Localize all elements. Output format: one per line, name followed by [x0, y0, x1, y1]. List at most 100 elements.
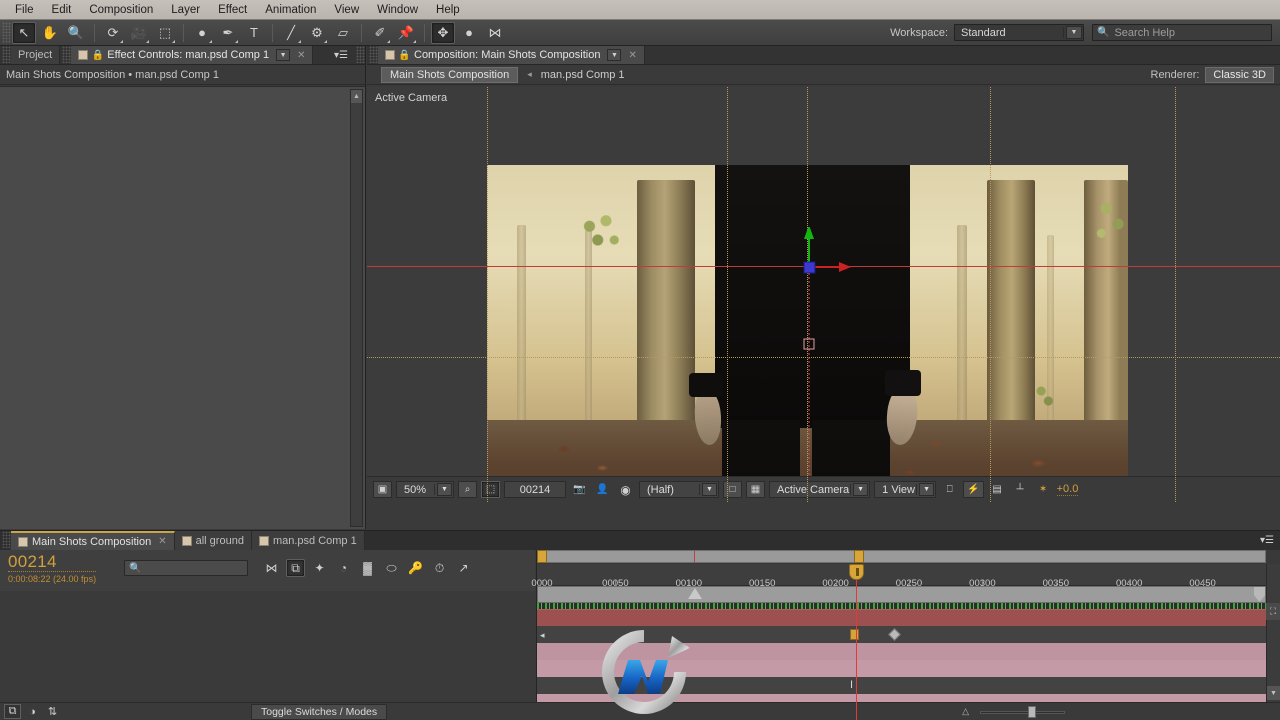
grid-sphere-icon[interactable]: ● — [457, 22, 481, 44]
tool-flyout-icon[interactable] — [387, 39, 390, 43]
scroll-up-icon[interactable]: ▲ — [351, 90, 362, 103]
current-time-indicator[interactable] — [849, 564, 864, 720]
track-row-boy1[interactable] — [537, 660, 1266, 677]
track-row-scale[interactable]: I — [537, 677, 1266, 694]
mask-shape-icon[interactable]: ⬚ — [481, 481, 500, 498]
render-queue-icon[interactable]: ⛶ — [1266, 603, 1280, 620]
roto-brush-tool[interactable]: ✐ — [368, 22, 392, 44]
rotation-tool[interactable]: ⟳ — [101, 22, 125, 44]
track-row-position[interactable]: ◂ — [537, 626, 1266, 643]
hide-shy-layers-icon[interactable]: ✦ — [310, 559, 329, 577]
keyframe-selected[interactable] — [850, 629, 859, 640]
playhead-handle[interactable] — [849, 564, 864, 580]
take-snapshot-icon[interactable]: 📷 — [570, 481, 589, 498]
menu-item-composition[interactable]: Composition — [80, 2, 162, 18]
chevron-down-icon[interactable]: ▼ — [702, 483, 717, 496]
tool-flyout-icon[interactable] — [324, 39, 327, 43]
draft-3d-icon[interactable]: ⧉ — [286, 559, 305, 577]
timeline-tab-2[interactable]: man.psd Comp 1 — [251, 531, 365, 550]
tool-flyout-icon[interactable] — [172, 39, 175, 43]
timecode-frames[interactable]: 00214 — [8, 552, 97, 572]
chevron-down-icon[interactable]: ▼ — [607, 49, 622, 61]
menu-item-help[interactable]: Help — [427, 2, 469, 18]
pan-behind-tool[interactable]: ⬚ — [153, 22, 177, 44]
timecode-display[interactable]: 00214 0:00:08:22 (24.00 fps) — [8, 552, 97, 584]
panel-grip-3[interactable] — [356, 46, 365, 63]
workspace-select[interactable]: Standard ▼ — [954, 24, 1084, 41]
composition-viewport[interactable]: Active Camera ▣ 50% ▼ ⌕ ⬚ 00214 📷 👤 ◉ (H… — [367, 87, 1280, 502]
3d-axis-gizmo[interactable] — [787, 227, 917, 487]
toggle-mask-icon[interactable]: □ — [723, 481, 742, 498]
exposure-reset-icon[interactable]: ✶ — [1034, 481, 1053, 498]
effect-controls-scrollbar[interactable]: ▲ — [350, 89, 363, 527]
enable-motion-blur-icon[interactable]: ▓ — [358, 559, 377, 577]
work-area-bar[interactable] — [537, 550, 1266, 563]
toggle-switches-modes-button[interactable]: Toggle Switches / Modes — [251, 703, 388, 720]
comp-panel-grip[interactable] — [369, 46, 378, 63]
selection-tool[interactable]: ↖ — [12, 21, 36, 44]
toolbar-grip[interactable] — [2, 21, 11, 44]
fast-preview-icon[interactable]: ⚡ — [963, 481, 984, 498]
show-snapshot-icon[interactable]: 👤 — [593, 481, 612, 498]
close-icon[interactable]: ✕ — [628, 50, 636, 61]
camera-tool[interactable]: 🎥 — [127, 22, 151, 44]
chevron-down-icon[interactable]: ▼ — [1066, 26, 1082, 39]
transfer-controls-icon[interactable]: ◑ — [24, 704, 41, 719]
timeline-ruler[interactable]: 0000000500010000150002000025000300003500… — [531, 564, 1266, 589]
graph-editor-icon[interactable]: ↗ — [454, 559, 473, 577]
motion-sketch-icon[interactable]: ⏱ — [430, 559, 449, 577]
scroll-down-icon[interactable]: ▼ — [1267, 686, 1280, 700]
track-row-camera1[interactable] — [537, 643, 1266, 660]
lock-icon[interactable]: 🔒 — [398, 50, 410, 61]
brainstorm-icon[interactable]: ⬭ — [382, 559, 401, 577]
panel-grip-2[interactable] — [62, 46, 72, 63]
tool-flyout-icon[interactable] — [413, 39, 416, 43]
resolution-dropdown[interactable]: (Half) ▼ — [639, 481, 719, 498]
timeline-zoom-slider[interactable] — [980, 705, 1065, 718]
type-tool[interactable]: T — [242, 22, 266, 44]
timeline-grip[interactable] — [2, 531, 11, 548]
snap-toggle-icon[interactable]: ⋈ — [483, 22, 507, 44]
menu-item-edit[interactable]: Edit — [43, 2, 81, 18]
region-of-interest-icon[interactable]: ⌕ — [458, 481, 477, 498]
exposure-value[interactable]: +0.0 — [1056, 483, 1079, 496]
lock-icon[interactable]: 🔒 — [92, 50, 104, 61]
work-area-start-handle[interactable] — [537, 550, 547, 563]
track-row-null1[interactable] — [537, 609, 1266, 626]
composition-mini-flowchart-icon[interactable]: ⋈ — [262, 559, 281, 577]
tool-flyout-icon[interactable] — [120, 39, 123, 43]
chevron-down-icon[interactable]: ▼ — [276, 49, 291, 61]
tab-composition[interactable]: 🔒 Composition: Main Shots Composition ▼ … — [378, 46, 645, 64]
breadcrumb-current[interactable]: Main Shots Composition — [381, 66, 519, 83]
prev-keyframe-icon[interactable]: ◂ — [540, 630, 545, 641]
clone-stamp-tool[interactable]: ⚙ — [305, 22, 329, 44]
move-snap-icon[interactable]: ✥ — [431, 21, 455, 44]
timeline-navigator-bar[interactable] — [537, 586, 1266, 603]
toggle-transparency-grid-icon[interactable]: ▣ — [373, 481, 392, 498]
tab-effect-controls[interactable]: 🔒 Effect Controls: man.psd Comp 1 ▼ ✕ — [71, 46, 314, 64]
show-channel-icon[interactable]: ◉ — [616, 481, 635, 498]
tab-project[interactable]: Project — [11, 46, 61, 64]
shape-tool[interactable]: ● — [190, 22, 214, 44]
menu-item-animation[interactable]: Animation — [256, 2, 325, 18]
puppet-pin-tool[interactable]: 📌 — [394, 22, 418, 44]
magnification-dropdown[interactable]: 50% ▼ — [396, 481, 454, 498]
work-area-end-handle[interactable] — [854, 550, 864, 563]
breadcrumb-next[interactable]: man.psd Comp 1 — [541, 69, 625, 81]
chevron-down-icon[interactable]: ▼ — [437, 483, 452, 496]
menu-item-file[interactable]: File — [6, 2, 43, 18]
timeline-panel-menu-icon[interactable]: ▾☰ — [1254, 531, 1280, 550]
hand-tool[interactable]: ✋ — [38, 22, 62, 44]
menu-item-view[interactable]: View — [325, 2, 368, 18]
eraser-tool[interactable]: ▱ — [331, 22, 355, 44]
transparency-grid-icon[interactable]: ▦ — [746, 481, 765, 498]
timeline-tab-0[interactable]: Main Shots Composition ✕ — [11, 531, 175, 550]
pixel-aspect-icon[interactable]: ⎕ — [940, 481, 959, 498]
zoom-out-icon[interactable]: △ — [962, 706, 969, 717]
enable-frame-blending-icon[interactable]: ◔ — [334, 559, 353, 577]
menu-item-window[interactable]: Window — [368, 2, 427, 18]
breadcrumb-arrow-icon[interactable]: ◂ — [518, 69, 541, 80]
brush-tool[interactable]: ╱ — [279, 22, 303, 44]
tool-flyout-icon[interactable] — [298, 39, 301, 43]
timeline-tab-1[interactable]: all ground — [174, 531, 252, 550]
